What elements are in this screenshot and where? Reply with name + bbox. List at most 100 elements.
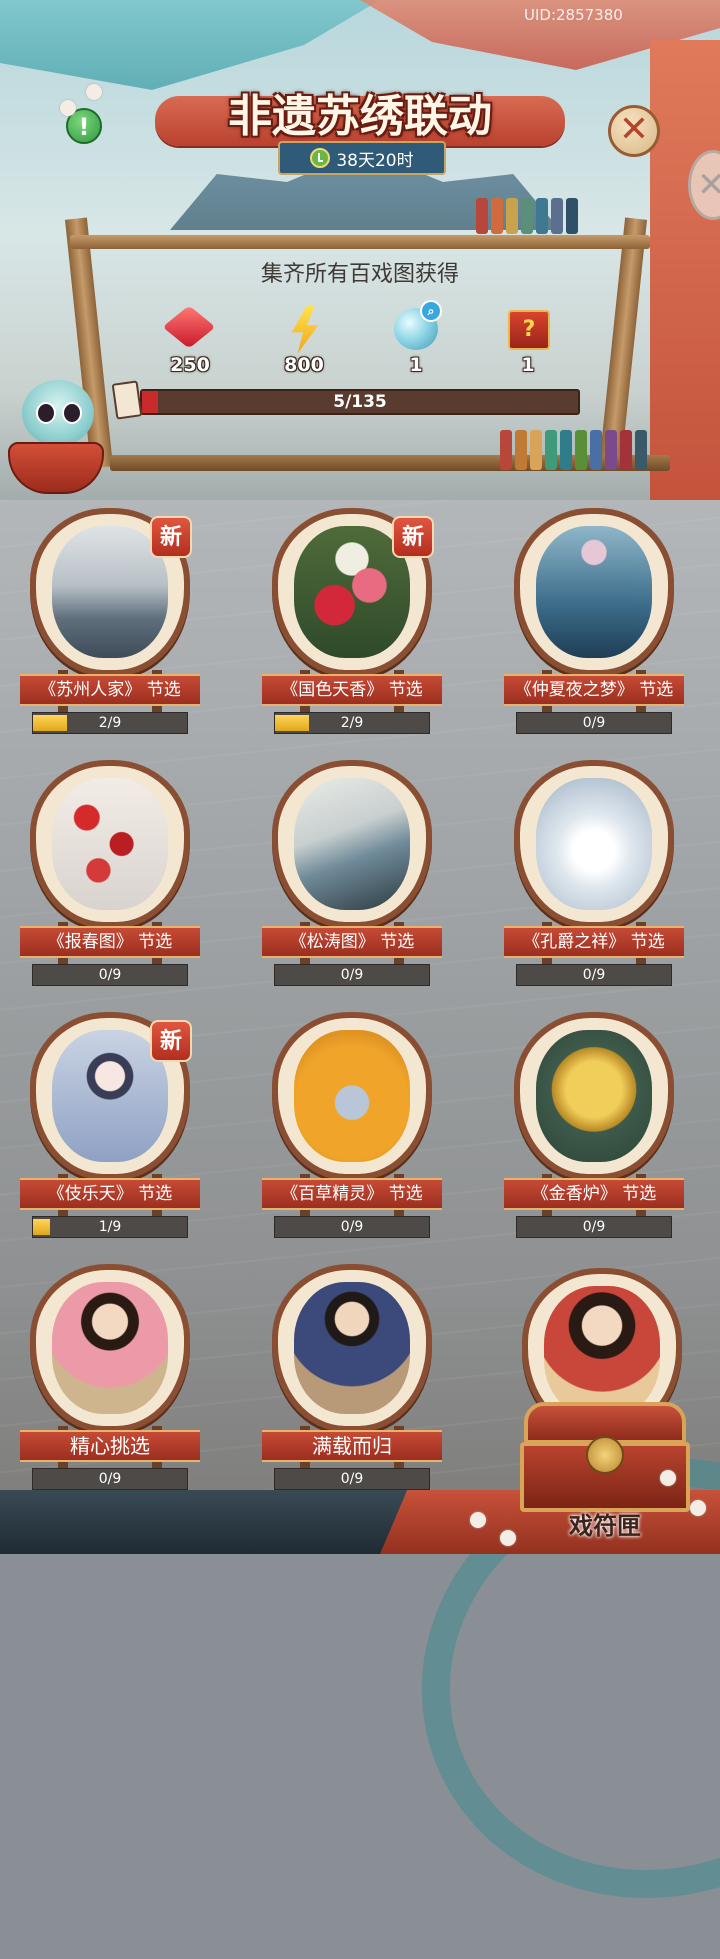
lotus-art <box>536 526 652 658</box>
card-progress-bar: 0/9 <box>274 1468 430 1490</box>
card-progress-label: 0/9 <box>582 715 606 731</box>
card-progress-label: 0/9 <box>340 1219 364 1235</box>
card-progress-label: 0/9 <box>340 1471 364 1487</box>
pine-cranes-art <box>294 778 410 910</box>
event-title: 非遗苏绣联动 <box>228 91 492 142</box>
loom-top-bar <box>70 235 650 249</box>
reward-count: 250 <box>170 354 210 376</box>
treasure-chest-button[interactable] <box>520 1402 690 1512</box>
reward-orb[interactable]: ⌕ 1 <box>376 300 456 378</box>
card-progress-label: 0/9 <box>98 967 122 983</box>
reward-count: 800 <box>284 354 324 376</box>
card-progress-label: 0/9 <box>582 967 606 983</box>
card-title: 满载而归 <box>262 1430 442 1462</box>
right-red-panel <box>650 40 720 500</box>
golden-censer-art <box>536 1030 652 1162</box>
mascot-eye <box>62 402 82 424</box>
golden-monkey-art <box>294 1030 410 1162</box>
mascot-cat[interactable] <box>4 372 108 504</box>
thread-spools-bottom <box>500 430 647 470</box>
card-progress-bar: 0/9 <box>32 1468 188 1490</box>
scroll-icon <box>111 380 143 420</box>
card-progress-bar: 0/9 <box>274 1216 430 1238</box>
mascot-head <box>22 380 94 446</box>
card-title: 《金香炉》 节选 <box>504 1178 684 1210</box>
new-badge: 新 <box>150 1020 192 1062</box>
blossom-decoration <box>60 100 76 116</box>
blossom-decoration <box>500 1530 516 1546</box>
reward-energy[interactable]: 800 <box>264 306 344 378</box>
blossom-decoration <box>470 1512 486 1528</box>
plum-blossom-art <box>52 778 168 910</box>
card-frame <box>514 508 674 676</box>
card-progress-bar: 0/9 <box>516 712 672 734</box>
embroidery-card[interactable]: 新《伎乐天》 节选 1/9 <box>20 1012 200 1244</box>
embroidery-card[interactable]: 《仲夏夜之梦》 节选 0/9 <box>504 508 684 740</box>
white-peacock-art <box>536 778 652 910</box>
card-frame <box>272 760 432 928</box>
embroidery-card[interactable]: 新《苏州人家》 节选 2/9 <box>20 508 200 740</box>
embroidery-card[interactable]: 《松涛图》 节选 0/9 <box>262 760 442 992</box>
reward-gem[interactable]: 250 <box>150 305 230 378</box>
card-title: 《国色天香》 节选 <box>262 674 442 706</box>
card-progress-bar: 0/9 <box>516 964 672 986</box>
card-frame <box>272 1264 432 1432</box>
card-frame <box>30 1264 190 1432</box>
exclamation-icon: ! <box>78 113 90 141</box>
magnifier-icon: ⌕ <box>420 300 442 322</box>
card-frame <box>30 760 190 928</box>
card-frame <box>514 760 674 928</box>
card-title: 《苏州人家》 节选 <box>20 674 200 706</box>
card-progress-label: 0/9 <box>98 1471 122 1487</box>
card-frame <box>514 1012 674 1180</box>
card-progress-bar: 0/9 <box>274 964 430 986</box>
close-button[interactable]: ✕ <box>608 105 660 157</box>
thread-spools-top <box>476 198 578 234</box>
close-icon: ✕ <box>618 109 650 150</box>
embroidery-card[interactable]: 《报春图》 节选 0/9 <box>20 760 200 992</box>
embroidery-card[interactable]: 《金香炉》 节选 0/9 <box>504 1012 684 1244</box>
collection-progress-label: 5/135 <box>333 392 387 412</box>
noblewoman-portrait-art <box>544 1286 660 1418</box>
blossom-decoration <box>690 1500 706 1516</box>
card-progress-bar: 0/9 <box>516 1216 672 1238</box>
card-progress-bar: 2/9 <box>274 712 430 734</box>
mystery-box-icon: ? <box>508 310 550 350</box>
embroidery-card[interactable]: 满载而归 0/9 <box>262 1264 442 1496</box>
reward-box[interactable]: ? 1 <box>488 306 568 378</box>
collection-progress-bar: 5/135 <box>140 389 580 415</box>
card-title: 《百草精灵》 节选 <box>262 1178 442 1210</box>
event-timer: 38天20时 <box>278 141 446 175</box>
uid-label: UID:2857380 <box>524 6 623 24</box>
card-progress-label: 0/9 <box>582 1219 606 1235</box>
clock-icon <box>310 148 331 168</box>
chest-label[interactable]: 戏符匣 <box>540 1506 670 1541</box>
card-progress-label: 2/9 <box>98 715 122 731</box>
embroidery-card[interactable]: 《孔爵之祥》 节选 0/9 <box>504 760 684 992</box>
red-gem-icon <box>162 305 216 349</box>
card-title: 《伎乐天》 节选 <box>20 1178 200 1210</box>
lady-portrait-art <box>52 1282 168 1414</box>
card-title: 《松涛图》 节选 <box>262 926 442 958</box>
close-icon: ✕ <box>697 165 720 205</box>
reward-count: 1 <box>521 354 535 376</box>
card-progress-bar: 2/9 <box>32 712 188 734</box>
lightning-bolt-icon <box>291 306 319 354</box>
mascot-basket <box>8 442 104 494</box>
embroidery-card[interactable]: 《百草精灵》 节选 0/9 <box>262 1012 442 1244</box>
card-progress-bar: 1/9 <box>32 1216 188 1238</box>
embroidery-card[interactable]: 新《国色天香》 节选 2/9 <box>262 508 442 740</box>
card-title: 精心挑选 <box>20 1430 200 1462</box>
timer-text: 38天20时 <box>336 150 414 171</box>
card-progress-label: 1/9 <box>98 1219 122 1235</box>
card-progress-label: 0/9 <box>340 967 364 983</box>
chest-lock-icon <box>586 1436 624 1474</box>
card-progress-label: 2/9 <box>340 715 364 731</box>
new-badge: 新 <box>392 516 434 558</box>
mascot-eye <box>36 402 56 424</box>
reward-caption: 集齐所有百戏图获得 <box>260 262 459 287</box>
new-badge: 新 <box>150 516 192 558</box>
card-title: 《报春图》 节选 <box>20 926 200 958</box>
card-progress-bar: 0/9 <box>32 964 188 986</box>
embroidery-card[interactable]: 精心挑选 0/9 <box>20 1264 200 1496</box>
